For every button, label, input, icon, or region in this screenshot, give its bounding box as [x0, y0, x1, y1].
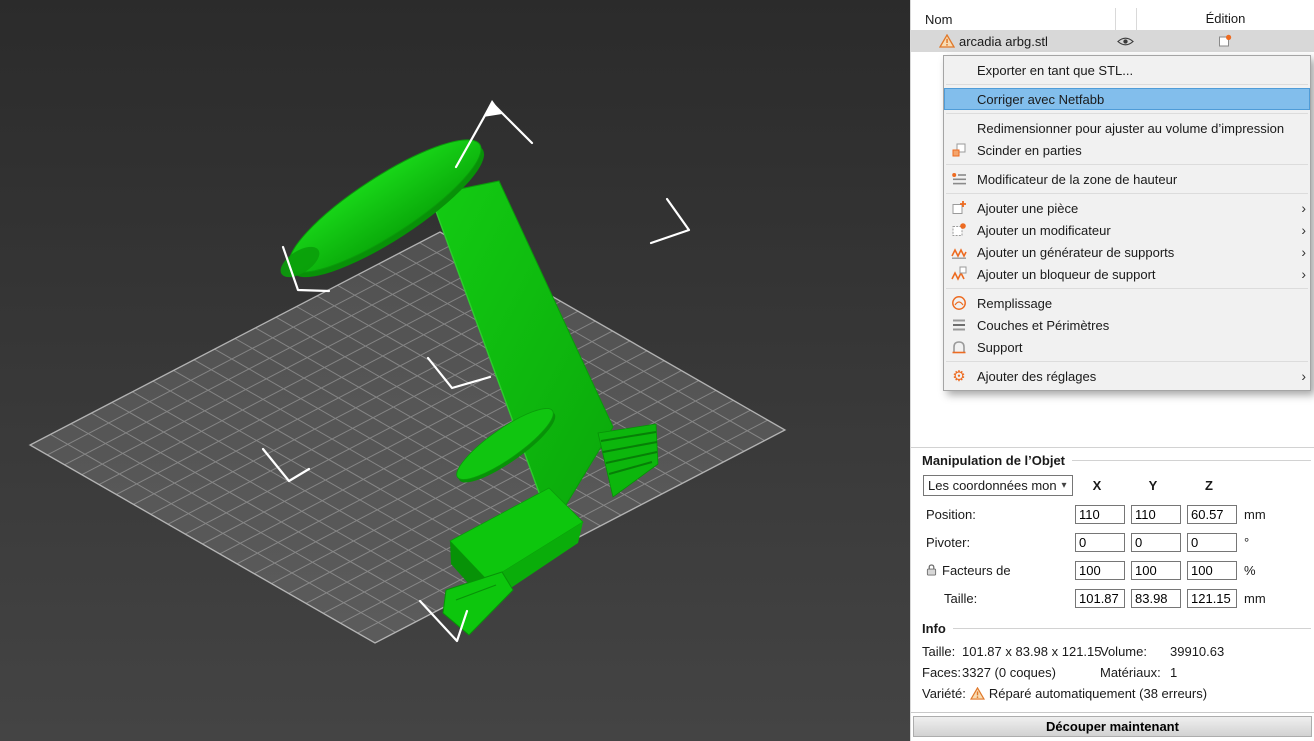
add-part-icon: [950, 200, 968, 216]
info-variety-row: Variété: Réparé automatiquement (38 erre…: [911, 683, 1314, 704]
scale-row: Facteurs de %: [911, 556, 1314, 584]
menu-item-split-to-parts[interactable]: Scinder en parties: [944, 139, 1310, 161]
rotate-y-input[interactable]: [1131, 532, 1181, 552]
position-row: Position: mm: [911, 500, 1314, 528]
info-panel: Info Taille: 101.87 x 83.98 x 121.15 Vol…: [911, 621, 1314, 704]
axis-header-x: X: [1092, 477, 1102, 493]
menu-item-height-range-modifier[interactable]: Modificateur de la zone de hauteur: [944, 168, 1310, 190]
menu-separator: [946, 288, 1308, 289]
height-modifier-icon: [950, 171, 968, 187]
menu-separator: [946, 361, 1308, 362]
3d-viewport[interactable]: [0, 0, 910, 741]
coordinate-system-select[interactable]: Les coordonnées mondi ▾: [923, 474, 1073, 496]
position-x-input[interactable]: [1075, 504, 1125, 524]
edit-object-icon[interactable]: [1136, 34, 1314, 48]
info-variety-value: Réparé automatiquement (38 erreurs): [988, 686, 1208, 701]
support-blocker-icon: [950, 266, 968, 282]
menu-item-infill[interactable]: Remplissage: [944, 292, 1310, 314]
support-icon: [950, 339, 968, 355]
menu-item-export-stl[interactable]: Exporter en tant que STL...: [944, 59, 1310, 81]
info-variety-label: Variété:: [922, 686, 966, 701]
menu-item-add-settings[interactable]: ⚙ Ajouter des réglages ›: [944, 365, 1310, 387]
slice-now-button[interactable]: Découper maintenant: [913, 716, 1312, 737]
size-row: Taille: mm: [911, 584, 1314, 612]
size-label: Taille:: [944, 590, 978, 606]
axis-header-z: Z: [1205, 477, 1213, 493]
info-volume-label: Volume:: [1100, 644, 1147, 659]
slice-button-area: Découper maintenant: [911, 712, 1314, 741]
position-z-input[interactable]: [1187, 504, 1237, 524]
add-modifier-icon: [950, 222, 968, 238]
info-size-value: 101.87 x 83.98 x 121.15: [962, 644, 1102, 659]
menu-item-add-support-enforcer[interactable]: Ajouter un générateur de supports ›: [944, 241, 1310, 263]
info-title: Info: [911, 621, 1314, 636]
submenu-arrow-icon: ›: [1301, 368, 1306, 384]
submenu-arrow-icon: ›: [1301, 266, 1306, 282]
gear-icon: ⚙: [952, 367, 966, 385]
object-row[interactable]: arcadia arbg.stl: [911, 30, 1314, 52]
column-header-edition: Édition: [1136, 8, 1314, 30]
scale-z-input[interactable]: [1187, 560, 1237, 580]
scale-label: Facteurs de: [911, 563, 1069, 578]
lock-scale-icon[interactable]: [926, 563, 937, 577]
warning-icon: [969, 687, 985, 700]
rotate-row: Pivoter: °: [911, 528, 1314, 556]
object-filename: arcadia arbg.stl: [959, 33, 1048, 49]
column-header-nom: Nom: [925, 11, 953, 27]
object-context-menu: Exporter en tant que STL... Corriger ave…: [943, 55, 1311, 391]
submenu-arrow-icon: ›: [1301, 244, 1306, 260]
axis-header-y: Y: [1148, 477, 1158, 493]
info-materials-value: 1: [1170, 665, 1178, 680]
infill-icon: [950, 295, 968, 311]
info-size-label: Taille:: [922, 644, 956, 659]
split-icon: [950, 142, 968, 158]
rotate-label: Pivoter:: [926, 534, 971, 550]
object-list-header: Nom Édition: [911, 8, 1314, 30]
eye-icon[interactable]: [1115, 36, 1136, 47]
layers-icon: [950, 317, 968, 333]
menu-separator: [946, 84, 1308, 85]
menu-separator: [946, 164, 1308, 165]
menu-item-fix-netfabb[interactable]: Corriger avec Netfabb: [944, 88, 1310, 110]
position-label: Position:: [926, 506, 976, 522]
info-faces-value: 3327 (0 coques): [962, 665, 1056, 680]
menu-separator: [946, 113, 1308, 114]
support-enforcer-icon: [950, 244, 968, 260]
right-panel: Nom Édition arcadia arbg.stl Exporter en…: [910, 0, 1314, 741]
menu-item-add-support-blocker[interactable]: Ajouter un bloqueur de support ›: [944, 263, 1310, 285]
scale-unit: %: [1244, 562, 1256, 578]
object-manipulation-panel: Manipulation de l’Objet Les coordonnées …: [911, 448, 1314, 612]
manipulation-title: Manipulation de l’Objet: [911, 453, 1314, 468]
no-icon: [950, 120, 968, 136]
no-icon: [950, 91, 968, 107]
submenu-arrow-icon: ›: [1301, 200, 1306, 216]
info-volume-value: 39910.63: [1170, 644, 1225, 659]
menu-item-add-modifier[interactable]: Ajouter un modificateur ›: [944, 219, 1310, 241]
scale-x-input[interactable]: [1075, 560, 1125, 580]
size-unit: mm: [1244, 590, 1266, 606]
info-materials-label: Matériaux:: [1100, 665, 1161, 680]
size-y-input[interactable]: [1131, 588, 1181, 608]
size-x-input[interactable]: [1075, 588, 1125, 608]
position-y-input[interactable]: [1131, 504, 1181, 524]
viewport-canvas: [0, 0, 910, 741]
rotate-unit: °: [1244, 534, 1250, 550]
position-unit: mm: [1244, 506, 1266, 522]
rotate-x-input[interactable]: [1075, 532, 1125, 552]
menu-item-scale-to-fit[interactable]: Redimensionner pour ajuster au volume d’…: [944, 117, 1310, 139]
no-icon: [950, 62, 968, 78]
submenu-arrow-icon: ›: [1301, 222, 1306, 238]
size-z-input[interactable]: [1187, 588, 1237, 608]
app-window: Nom Édition arcadia arbg.stl Exporter en…: [0, 0, 1314, 741]
menu-item-add-part[interactable]: Ajouter une pièce ›: [944, 197, 1310, 219]
info-faces-label: Faces:: [922, 665, 962, 680]
rotate-z-input[interactable]: [1187, 532, 1237, 552]
menu-item-support[interactable]: Support: [944, 336, 1310, 358]
column-header-visibility: [1115, 8, 1136, 30]
menu-item-layers-perimeters[interactable]: Couches et Périmètres: [944, 314, 1310, 336]
warning-icon: [938, 33, 956, 48]
scale-y-input[interactable]: [1131, 560, 1181, 580]
menu-separator: [946, 193, 1308, 194]
